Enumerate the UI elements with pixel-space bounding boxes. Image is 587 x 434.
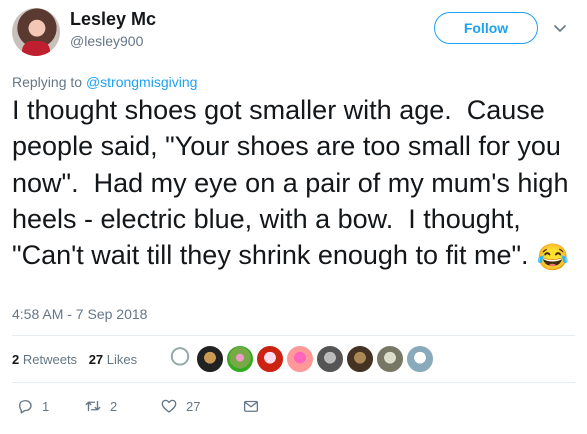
tweet-timestamp[interactable]: 4:58 AM - 7 Sep 2018: [12, 306, 147, 322]
like-count: 27: [186, 398, 201, 414]
chevron-down-icon[interactable]: [552, 20, 568, 36]
replying-prefix: Replying to: [12, 74, 83, 90]
message-action[interactable]: [242, 397, 260, 415]
heart-icon: [161, 399, 177, 413]
liker-avatar[interactable]: [226, 345, 254, 373]
author-name[interactable]: Lesley Mc: [70, 9, 156, 30]
likes-stat[interactable]: 27 Likes: [89, 352, 137, 367]
reply-icon: [19, 400, 32, 414]
liker-avatar[interactable]: [196, 345, 224, 373]
reply-count: 1: [42, 398, 50, 414]
likes-count: 27: [88, 352, 104, 367]
replying-to: Replying to @strongmisgiving: [12, 74, 197, 90]
retweets-label: Retweets: [22, 352, 78, 367]
retweets-stat[interactable]: 2 Retweets: [12, 352, 77, 367]
liker-avatar[interactable]: [316, 345, 344, 373]
liker-avatar[interactable]: [346, 345, 374, 373]
tweet-text: I thought shoes got smaller with age. Ca…: [12, 92, 582, 275]
liker-avatars: [166, 345, 436, 373]
tweet-actions: 1 2 27: [16, 397, 260, 415]
retweet-count: 2: [110, 398, 118, 414]
follow-button[interactable]: Follow: [434, 12, 538, 44]
tweet-body: I thought shoes got smaller with age. Ca…: [12, 95, 576, 271]
like-action[interactable]: 27: [160, 397, 242, 415]
reply-action[interactable]: 1: [16, 397, 84, 415]
avatar-shirt: [22, 41, 50, 56]
divider: [12, 382, 575, 383]
replying-to-link[interactable]: @strongmisgiving: [86, 74, 197, 90]
liker-avatar[interactable]: [406, 345, 434, 373]
liker-avatar[interactable]: [376, 345, 404, 373]
liker-avatar[interactable]: [166, 345, 194, 373]
retweet-action[interactable]: 2: [84, 397, 160, 415]
avatar[interactable]: [12, 8, 60, 56]
liker-avatar[interactable]: [256, 345, 284, 373]
author-handle[interactable]: @lesley900: [70, 33, 143, 49]
divider: [12, 335, 575, 336]
likes-label: Likes: [106, 352, 138, 367]
liker-avatar[interactable]: [286, 345, 314, 373]
retweets-count: 2: [12, 352, 20, 367]
engagement-stats: 2 Retweets 27 Likes: [12, 352, 137, 367]
message-icon: [243, 400, 259, 412]
tears-of-joy-emoji: 😂: [536, 242, 569, 273]
retweet-icon: [85, 400, 101, 412]
